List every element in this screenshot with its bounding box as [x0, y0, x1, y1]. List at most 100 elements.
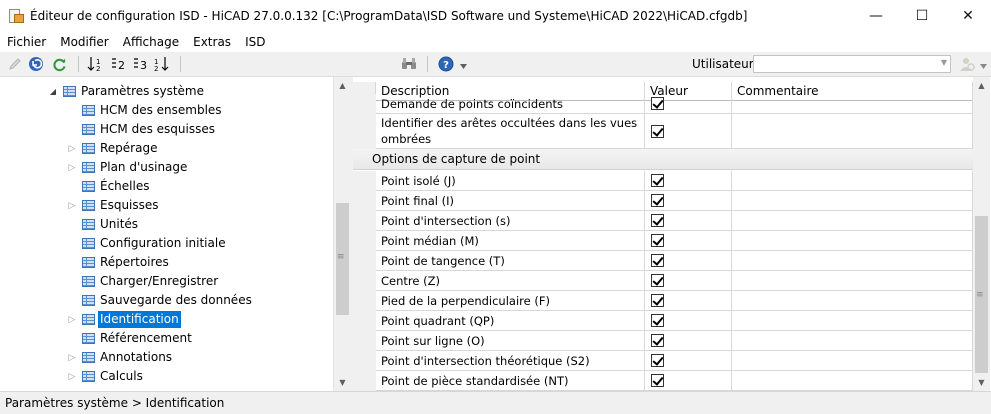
tree-node-identification[interactable]: ▷ Identification	[0, 310, 333, 329]
checkbox-checked[interactable]	[651, 314, 664, 327]
tree-node-reperage[interactable]: ▷ Repérage	[0, 139, 333, 158]
value-cell[interactable]	[645, 171, 732, 191]
property-row[interactable]: Point médian (M)	[353, 231, 973, 251]
value-cell[interactable]	[645, 94, 732, 114]
undo-button[interactable]	[27, 55, 45, 73]
comment-cell[interactable]	[732, 371, 973, 391]
comment-cell[interactable]	[732, 331, 973, 351]
scroll-down-icon[interactable]: ▼	[334, 374, 351, 391]
tree-node-parametres-systeme[interactable]: ◢ Paramètres système	[0, 82, 333, 101]
sort-one-button[interactable]: 12	[86, 55, 106, 73]
checkbox-checked[interactable]	[651, 374, 664, 387]
tree-node-echelles[interactable]: Échelles	[0, 177, 333, 196]
property-row[interactable]: Point d'intersection théorétique (S2)	[353, 351, 973, 371]
comment-cell[interactable]	[732, 351, 973, 371]
value-cell[interactable]	[645, 114, 732, 149]
property-row[interactable]: Demande de points coïncidents	[353, 94, 973, 114]
property-row[interactable]: Point isolé (J)	[353, 171, 973, 191]
scroll-up-icon[interactable]: ▲	[334, 77, 351, 94]
value-cell[interactable]	[645, 311, 732, 331]
maximize-button[interactable]: ☐	[899, 0, 945, 32]
checkbox-checked[interactable]	[651, 274, 664, 287]
checkbox-checked[interactable]	[651, 334, 664, 347]
collapse-arrow-icon[interactable]: ◢	[48, 87, 58, 96]
comment-cell[interactable]	[732, 211, 973, 231]
value-cell[interactable]	[645, 271, 732, 291]
tree-node-annotations[interactable]: ▷ Annotations	[0, 348, 333, 367]
value-cell[interactable]	[645, 351, 732, 371]
comment-cell[interactable]	[732, 114, 973, 149]
value-cell[interactable]	[645, 291, 732, 311]
minimize-button[interactable]: —	[853, 0, 899, 32]
comment-cell[interactable]	[732, 231, 973, 251]
find-button[interactable]	[399, 55, 419, 73]
expand-arrow-icon[interactable]: ▷	[67, 201, 77, 211]
menu-isd[interactable]: ISD	[238, 32, 272, 52]
tree-node-esquisses[interactable]: ▷ Esquisses	[0, 196, 333, 215]
checkbox-checked[interactable]	[651, 124, 664, 138]
menu-fichier[interactable]: Fichier	[0, 32, 53, 52]
checkbox-checked[interactable]	[651, 214, 664, 227]
user-select[interactable]: ▼	[753, 55, 951, 73]
property-row[interactable]: Point de tangence (T)	[353, 251, 973, 271]
value-cell[interactable]	[645, 251, 732, 271]
expand-arrow-icon[interactable]: ▷	[67, 353, 77, 363]
help-dropdown[interactable]	[458, 62, 468, 72]
property-row[interactable]: Identifier des arêtes occultées dans les…	[353, 114, 973, 149]
comment-cell[interactable]	[732, 171, 973, 191]
sort-three-button[interactable]: 3	[131, 55, 149, 73]
user-settings-button[interactable]	[957, 55, 977, 73]
checkbox-checked[interactable]	[651, 354, 664, 367]
checkbox-checked[interactable]	[651, 194, 664, 207]
value-cell[interactable]	[645, 211, 732, 231]
property-row[interactable]: Point final (I)	[353, 191, 973, 211]
expand-arrow-icon[interactable]: ▷	[67, 144, 77, 154]
property-row[interactable]: Pied de la perpendiculaire (F)	[353, 291, 973, 311]
refresh-button[interactable]	[50, 55, 68, 73]
comment-cell[interactable]	[732, 191, 973, 211]
tree-node-referencement[interactable]: Référencement	[0, 329, 333, 348]
expand-arrow-icon[interactable]: ▷	[67, 315, 77, 325]
tree-node-calculs[interactable]: ▷ Calculs	[0, 367, 333, 386]
tree-node-hcm-des-esquisses[interactable]: HCM des esquisses	[0, 120, 333, 139]
user-dropdown[interactable]	[978, 62, 988, 72]
checkbox-checked[interactable]	[651, 97, 664, 110]
value-cell[interactable]	[645, 331, 732, 351]
menu-modifier[interactable]: Modifier	[53, 32, 116, 52]
scroll-down-icon[interactable]: ▼	[973, 374, 990, 391]
checkbox-checked[interactable]	[651, 294, 664, 307]
sort-two-button[interactable]: 2	[109, 55, 127, 73]
tree-node-repertoires[interactable]: Répertoires	[0, 253, 333, 272]
help-button[interactable]: ?	[436, 55, 456, 73]
tree-node-sauvegarde-des-donnees[interactable]: Sauvegarde des données	[0, 291, 333, 310]
comment-cell[interactable]	[732, 291, 973, 311]
value-cell[interactable]	[645, 371, 732, 391]
expand-arrow-icon[interactable]: ▷	[67, 372, 77, 382]
property-row[interactable]: Centre (Z)	[353, 271, 973, 291]
scroll-up-icon[interactable]: ▲	[973, 77, 990, 94]
tree-scrollbar[interactable]: ▲ ≡ ▼	[333, 77, 350, 391]
comment-cell[interactable]	[732, 311, 973, 331]
expand-arrow-icon[interactable]: ▷	[67, 163, 77, 173]
tree-node-unites[interactable]: Unités	[0, 215, 333, 234]
grid-scrollbar[interactable]: ▲ ≡ ▼	[973, 77, 990, 391]
tree-node-plan-d-usinage[interactable]: ▷ Plan d'usinage	[0, 158, 333, 177]
comment-cell[interactable]	[732, 251, 973, 271]
property-row[interactable]: Point quadrant (QP)	[353, 311, 973, 331]
property-row[interactable]: Point de pièce standardisée (NT)	[353, 371, 973, 391]
value-cell[interactable]	[645, 191, 732, 211]
menu-affichage[interactable]: Affichage	[116, 32, 186, 52]
checkbox-checked[interactable]	[651, 234, 664, 247]
sort-desc-button[interactable]: 12	[152, 55, 172, 73]
value-cell[interactable]	[645, 231, 732, 251]
menu-extras[interactable]: Extras	[186, 32, 238, 52]
comment-cell[interactable]	[732, 271, 973, 291]
tree-node-configuration-initiale[interactable]: Configuration initiale	[0, 234, 333, 253]
tree-node-hcm-des-ensembles[interactable]: HCM des ensembles	[0, 101, 333, 120]
edit-button[interactable]	[6, 55, 24, 73]
property-row[interactable]: Point d'intersection (s)	[353, 211, 973, 231]
tree-node-charger-enregistrer[interactable]: Charger/Enregistrer	[0, 272, 333, 291]
property-row[interactable]: Point sur ligne (O)	[353, 331, 973, 351]
close-button[interactable]: ✕	[945, 0, 991, 32]
checkbox-checked[interactable]	[651, 174, 664, 187]
